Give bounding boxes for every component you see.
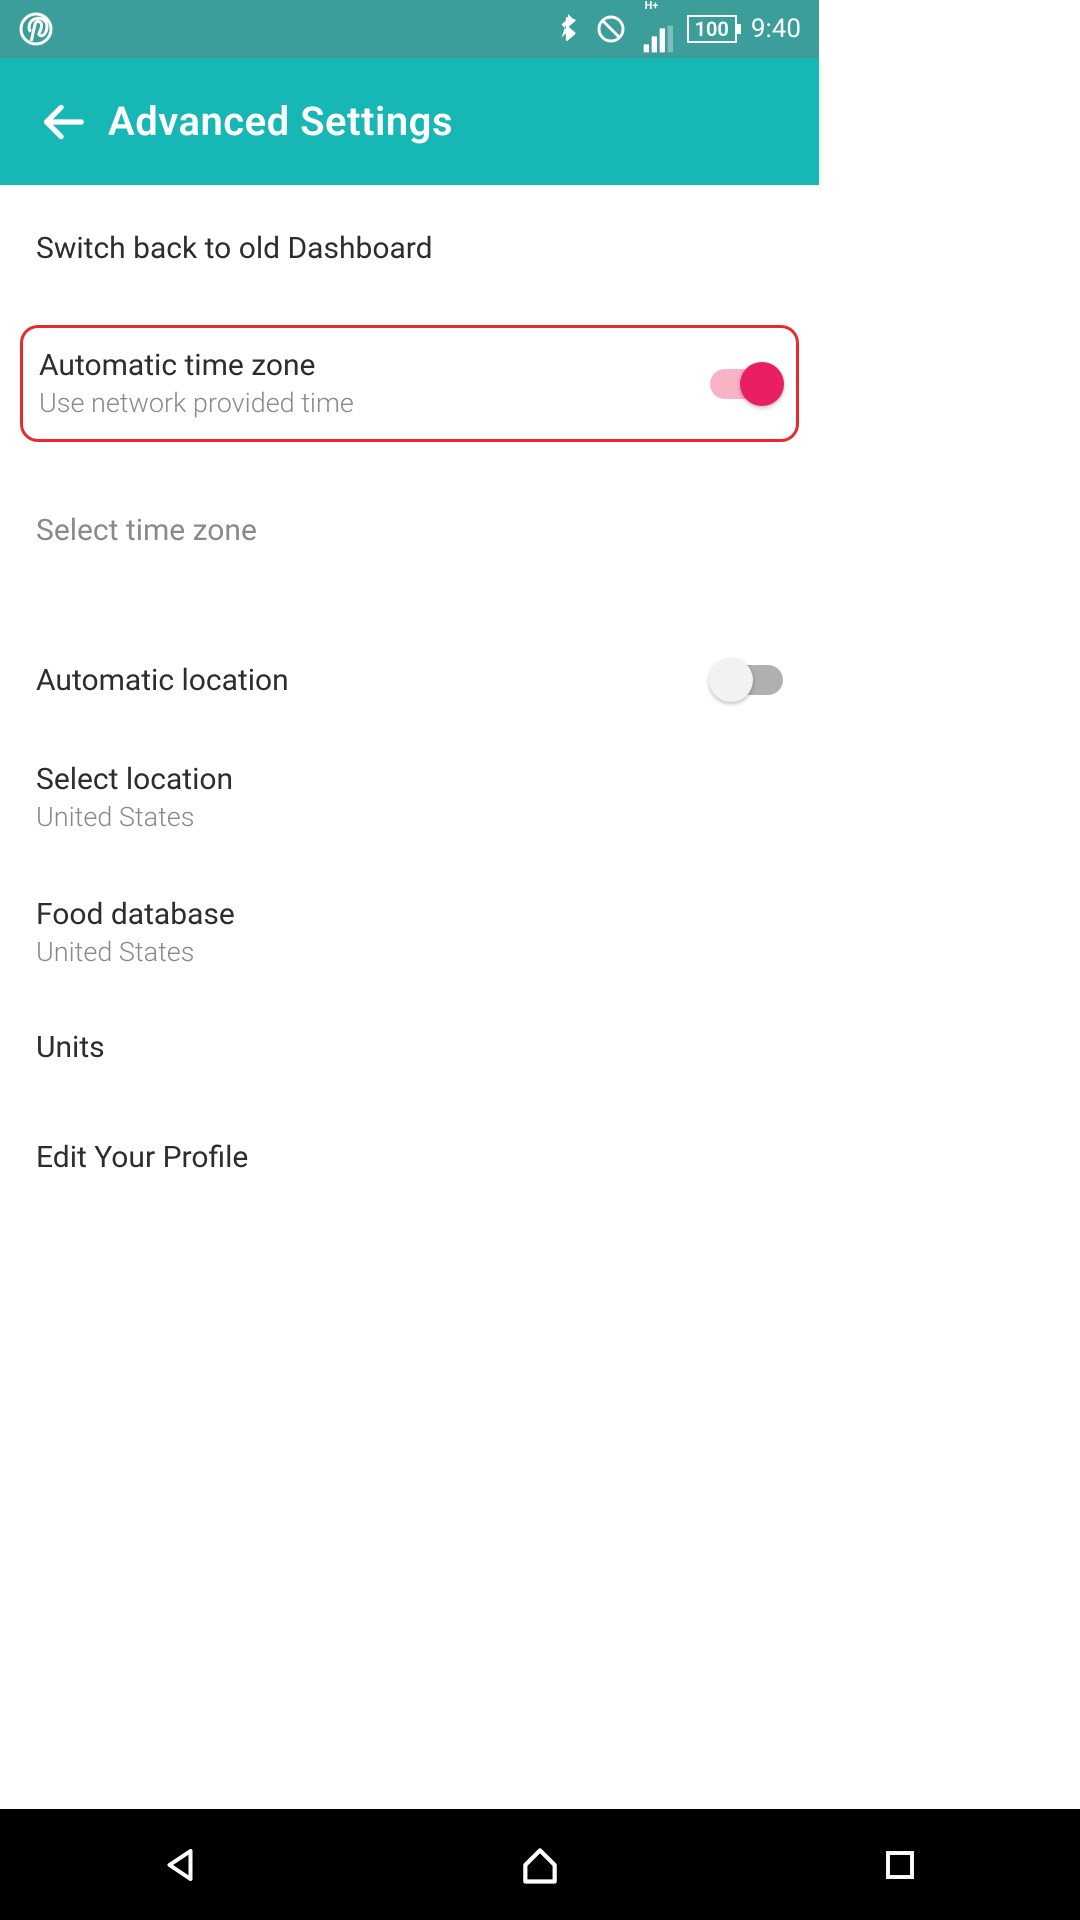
row-title: Select location	[36, 762, 233, 797]
back-button[interactable]	[18, 100, 108, 144]
row-select-time-zone: Select time zone	[0, 472, 819, 582]
row-automatic-time-zone[interactable]: Automatic time zone Use network provided…	[20, 325, 799, 442]
do-not-disturb-icon	[595, 13, 627, 45]
system-nav-bar	[0, 1809, 1080, 1920]
row-subtitle: United States	[36, 936, 235, 968]
nav-home-button[interactable]	[480, 1835, 600, 1895]
clock: 9:40	[751, 14, 801, 44]
bluetooth-icon	[555, 13, 581, 45]
row-subtitle: United States	[36, 801, 233, 833]
battery-level: 100	[695, 17, 729, 41]
nav-back-button[interactable]	[120, 1835, 240, 1895]
battery-indicator: 100	[687, 15, 737, 43]
network-type-label: H+	[645, 0, 659, 12]
row-title: Automatic location	[36, 663, 289, 698]
toggle-automatic-location[interactable]	[713, 665, 783, 695]
nav-recent-button[interactable]	[840, 1835, 960, 1895]
row-title: Edit Your Profile	[36, 1140, 248, 1175]
row-select-location[interactable]: Select location United States	[0, 722, 819, 857]
row-title: Food database	[36, 897, 235, 932]
signal-icon: H+	[641, 6, 673, 53]
app-toolbar: Advanced Settings	[0, 58, 819, 185]
row-edit-profile[interactable]: Edit Your Profile	[0, 1102, 819, 1212]
status-bar: H+ 100 9:40	[0, 0, 819, 58]
row-automatic-location[interactable]: Automatic location	[0, 612, 819, 722]
page-title: Advanced Settings	[108, 98, 453, 145]
settings-list: Switch back to old Dashboard Automatic t…	[0, 185, 819, 1212]
row-switch-dashboard[interactable]: Switch back to old Dashboard	[0, 185, 819, 295]
pinterest-icon	[18, 11, 54, 47]
row-title: Switch back to old Dashboard	[36, 231, 433, 266]
row-food-database[interactable]: Food database United States	[0, 857, 819, 992]
status-right: H+ 100 9:40	[555, 6, 801, 53]
row-subtitle: Use network provided time	[39, 387, 354, 419]
toggle-automatic-time-zone[interactable]	[710, 369, 780, 399]
status-left	[18, 11, 54, 47]
row-title: Select time zone	[36, 513, 257, 548]
row-title: Units	[36, 1030, 105, 1065]
row-title: Automatic time zone	[39, 348, 354, 383]
row-units[interactable]: Units	[0, 992, 819, 1102]
